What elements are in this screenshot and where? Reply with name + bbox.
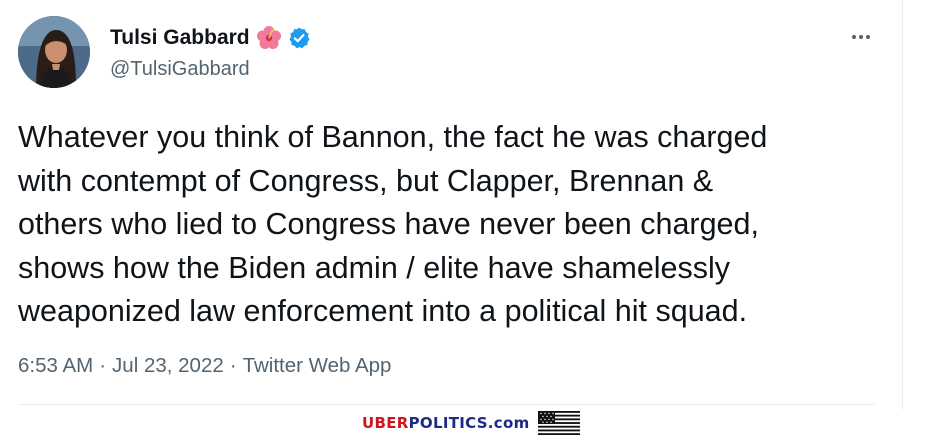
author-row: Tulsi Gabbard bbox=[110, 24, 311, 52]
verified-badge-icon bbox=[287, 26, 311, 50]
tweet-text-line: shows how the Biden admin / elite have s… bbox=[18, 250, 731, 285]
divider bbox=[18, 404, 876, 405]
tweet-text-line: weaponized law enforcement into a politi… bbox=[18, 294, 748, 328]
card-border bbox=[902, 0, 903, 410]
tweet-meta: 6:53 AM · Jul 23, 2022 · Twitter Web App bbox=[18, 352, 391, 380]
tweet-text-line: Whatever you think of Bannon, the fact h… bbox=[18, 120, 768, 154]
tweet-text-line: others who lied to Congress have never b… bbox=[18, 207, 759, 241]
tweet-text-line: with contempt of Congress, but Clapper, … bbox=[18, 163, 714, 198]
avatar[interactable] bbox=[18, 16, 90, 88]
more-options-button[interactable] bbox=[846, 22, 876, 52]
tweet-card: Tulsi Gabbard @TulsiGabbard Whatever you… bbox=[0, 0, 900, 410]
watermark: UBERPOLITICS.com bbox=[362, 410, 580, 436]
us-flag-icon bbox=[537, 411, 580, 435]
author-display-name[interactable]: Tulsi Gabbard bbox=[110, 24, 250, 52]
meta-separator: · bbox=[229, 354, 237, 377]
tweet-date[interactable]: Jul 23, 2022 bbox=[112, 354, 224, 377]
avatar-image bbox=[18, 16, 90, 88]
tweet-text: Whatever you think of Bannon, the fact h… bbox=[18, 116, 898, 334]
watermark-text: UBERPOLITICS.com bbox=[362, 414, 530, 432]
meta-separator: · bbox=[99, 354, 107, 377]
watermark-part-blue: POLITICS.com bbox=[408, 414, 530, 432]
hibiscus-icon bbox=[256, 25, 282, 51]
tweet-source[interactable]: Twitter Web App bbox=[243, 354, 392, 377]
watermark-part-red: UBER bbox=[362, 414, 409, 432]
more-horizontal-icon bbox=[852, 35, 856, 39]
author-handle[interactable]: @TulsiGabbard bbox=[110, 56, 250, 82]
tweet-time[interactable]: 6:53 AM bbox=[18, 354, 93, 377]
